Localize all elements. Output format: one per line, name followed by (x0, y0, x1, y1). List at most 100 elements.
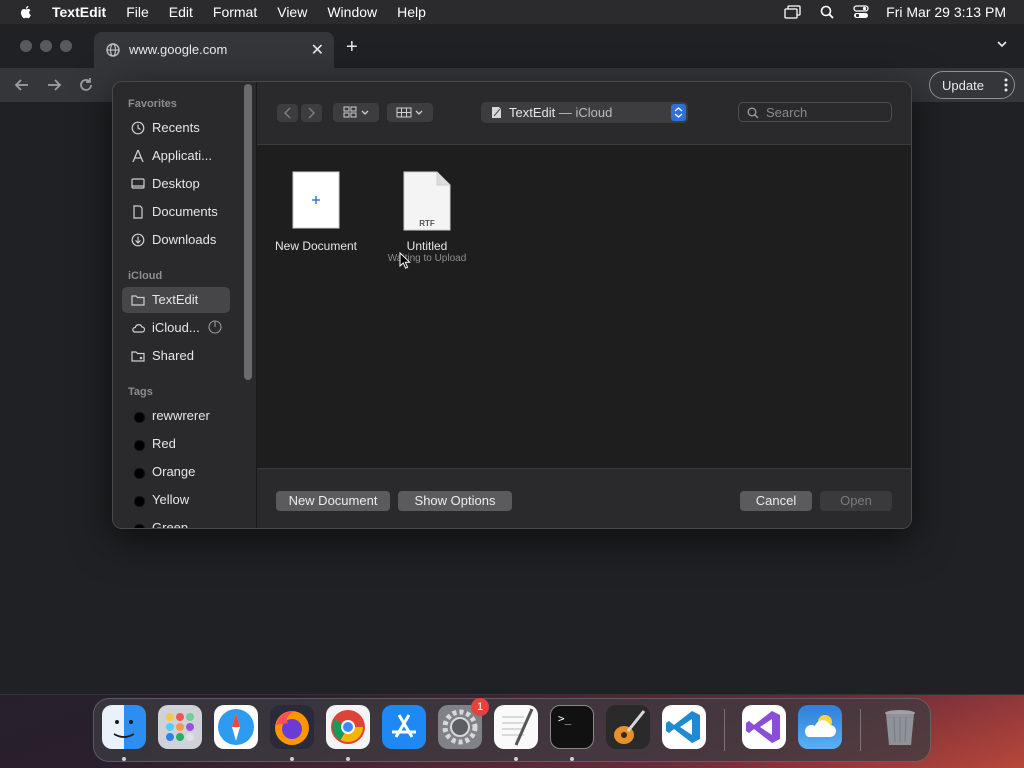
sidebar-item-documents[interactable]: Documents (122, 199, 230, 225)
sidebar-item-icloud-drive[interactable]: iCloud... (122, 315, 230, 341)
location-popup[interactable]: TextEdit — iCloud (481, 102, 688, 123)
file-name: Untitled (406, 239, 448, 253)
visual-studio-logo-icon (746, 711, 780, 743)
shared-folder-icon (131, 351, 145, 362)
download-icon (131, 233, 145, 247)
menu-view[interactable]: View (277, 4, 307, 20)
sun-cloud-icon (804, 715, 836, 737)
sidebar-item-label: Recents (152, 120, 200, 135)
tag-dot-icon (134, 496, 145, 507)
textedit-icon[interactable] (494, 705, 538, 749)
new-document-button[interactable]: New Document (276, 491, 390, 511)
open-button[interactable]: Open (820, 491, 892, 511)
firefox-logo-icon (275, 711, 309, 745)
sidebar-item-label: Documents (152, 204, 218, 219)
sidebar-item-textedit[interactable]: TextEdit (122, 287, 230, 313)
group-grid-icon (396, 107, 423, 118)
sidebar-item-desktop[interactable]: Desktop (122, 171, 230, 197)
document-icon (133, 205, 143, 219)
visual-studio-icon[interactable] (742, 705, 786, 749)
compass-icon (218, 709, 254, 745)
apple-menu-icon[interactable] (18, 4, 34, 20)
forward-button[interactable] (301, 104, 322, 122)
sidebar-item-downloads[interactable]: Downloads (122, 227, 230, 253)
search-placeholder: Search (766, 105, 808, 120)
search-field[interactable]: Search (738, 102, 892, 122)
textedit-doc-icon (492, 107, 501, 118)
sidebar-tag-orange[interactable]: Orange (122, 459, 230, 485)
applications-icon (132, 149, 144, 163)
sidebar-scrollbar[interactable] (244, 84, 252, 380)
terminal-prompt: >_ (558, 712, 572, 725)
control-center-icon[interactable] (852, 4, 870, 20)
chrome-icon[interactable] (326, 705, 370, 749)
vscode-logo-icon (666, 711, 700, 743)
screen-mirroring-icon[interactable] (784, 4, 802, 20)
close-tab-icon[interactable]: ✕ (311, 40, 324, 60)
running-indicator (346, 757, 350, 761)
location-separator: — (555, 105, 576, 120)
dialog-sidebar: Favorites Recents Applicati... Desktop D… (113, 82, 257, 529)
menu-window[interactable]: Window (327, 4, 377, 20)
reload-icon[interactable] (76, 75, 96, 95)
tag-dot-icon (134, 412, 145, 423)
menu-file[interactable]: File (126, 4, 149, 20)
file-item-untitled[interactable]: RTF Untitled Waiting to Upload (379, 171, 475, 269)
garageband-icon[interactable] (606, 705, 650, 749)
firefox-icon[interactable] (270, 705, 314, 749)
show-options-button[interactable]: Show Options (398, 491, 512, 511)
terminal-icon[interactable]: >_ (550, 705, 594, 749)
chevron-left-icon (283, 107, 291, 119)
menu-edit[interactable]: Edit (169, 4, 193, 20)
sidebar-item-label: TextEdit (152, 292, 199, 307)
weather-icon[interactable] (798, 705, 842, 749)
minimize-window-button[interactable] (40, 40, 52, 52)
location-stepper[interactable] (671, 104, 686, 121)
location-app: TextEdit (509, 105, 556, 120)
browser-tab[interactable]: www.google.com ✕ (94, 32, 334, 68)
icloud-heading: iCloud (128, 270, 163, 282)
new-document-icon (292, 171, 340, 229)
zoom-window-button[interactable] (60, 40, 72, 52)
back-icon[interactable] (12, 75, 32, 95)
running-indicator (570, 757, 574, 761)
mouse-cursor-icon (399, 252, 411, 269)
menu-help[interactable]: Help (397, 4, 426, 20)
sidebar-tag-yellow[interactable]: Yellow (122, 487, 230, 513)
globe-icon (106, 43, 120, 57)
menu-app-name[interactable]: TextEdit (52, 4, 106, 20)
safari-icon[interactable] (214, 705, 258, 749)
forward-icon[interactable] (44, 75, 64, 95)
sidebar-item-shared[interactable]: Shared (122, 343, 230, 369)
menu-clock[interactable]: Fri Mar 29 3:13 PM (886, 4, 1006, 20)
app-store-icon[interactable] (382, 705, 426, 749)
sidebar-tag-rewwrerer[interactable]: rewwrerer (122, 403, 230, 429)
back-button[interactable] (277, 104, 298, 122)
launchpad-icon[interactable] (158, 705, 202, 749)
file-item-new-document[interactable]: New Document (269, 171, 363, 253)
cancel-button[interactable]: Cancel (740, 491, 812, 511)
tab-title: www.google.com (129, 42, 228, 57)
trash-icon[interactable] (878, 705, 922, 749)
group-view-button[interactable] (387, 103, 433, 122)
sidebar-item-recents[interactable]: Recents (122, 115, 230, 141)
menu-format[interactable]: Format (213, 4, 257, 20)
icon-view-button[interactable] (333, 103, 379, 122)
vscode-icon[interactable] (662, 705, 706, 749)
sidebar-tag-red[interactable]: Red (122, 431, 230, 457)
update-button[interactable]: Update (929, 71, 1015, 99)
system-settings-icon[interactable]: 1 (438, 698, 489, 749)
sidebar-item-label: Yellow (152, 492, 190, 507)
file-browser: New Document RTF Untitled Waiting to Upl… (257, 145, 911, 468)
finder-icon[interactable] (102, 705, 146, 749)
trash-can-icon (885, 710, 915, 745)
sidebar-tag-green[interactable]: Green (122, 515, 230, 529)
new-tab-button[interactable]: + (346, 36, 358, 59)
sidebar-item-label: Green (152, 520, 189, 529)
more-menu-icon[interactable] (1004, 78, 1008, 92)
close-window-button[interactable] (20, 40, 32, 52)
spotlight-search-icon[interactable] (818, 4, 836, 20)
tag-dot-icon (134, 440, 145, 451)
chevron-down-icon[interactable] (996, 38, 1008, 50)
sidebar-item-applications[interactable]: Applicati... (122, 143, 230, 169)
